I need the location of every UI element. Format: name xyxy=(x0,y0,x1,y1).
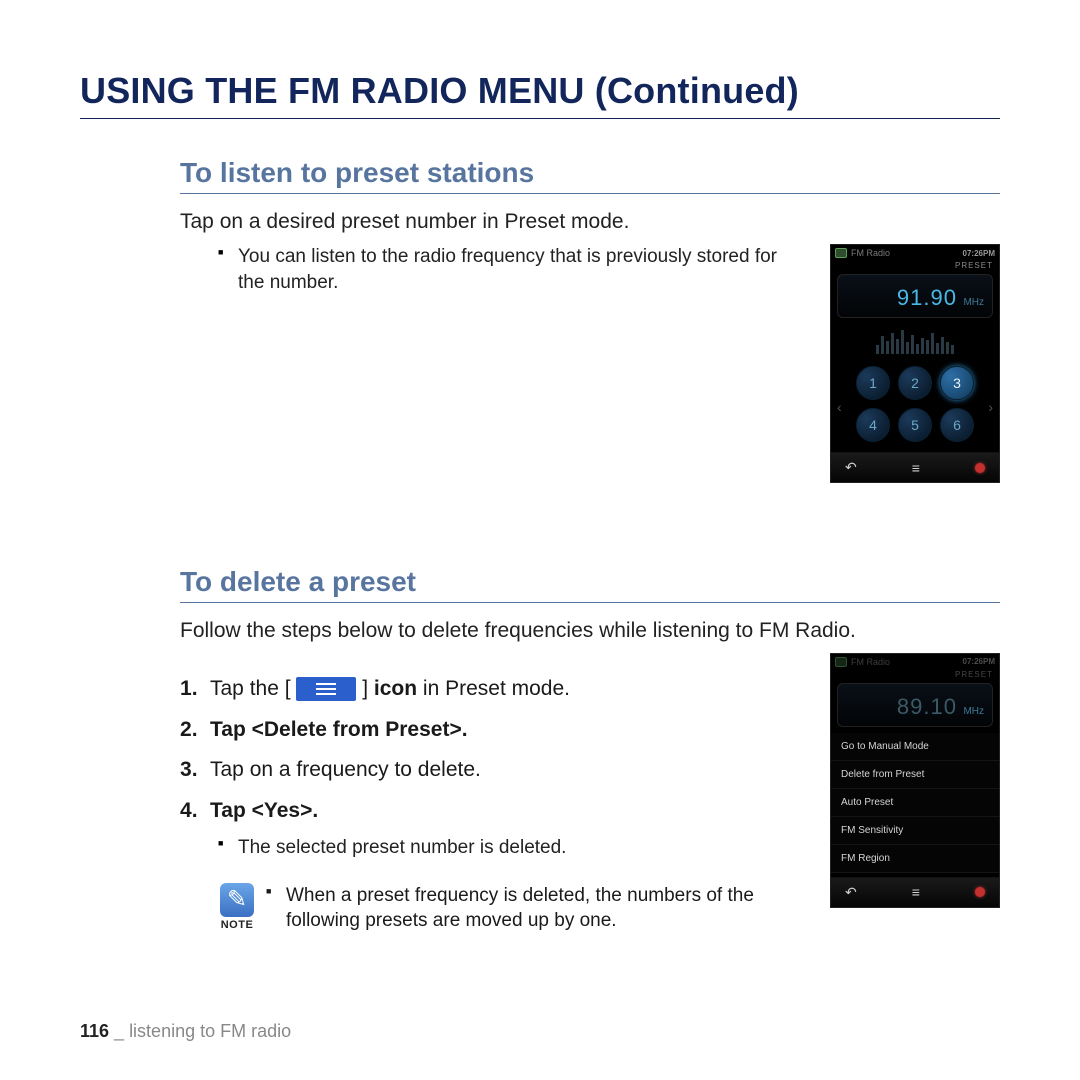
context-menu: Go to Manual Mode Delete from Preset Aut… xyxy=(831,733,999,873)
device-screenshot-preset: FM Radio 07:26PM PRESET 91.90 MHz ‹ 1 2 xyxy=(830,244,1000,483)
menu-item-auto-preset: Auto Preset xyxy=(831,789,999,817)
step-4: Tap <Yes>. xyxy=(180,795,800,828)
frequency-display: 91.90 MHz xyxy=(837,274,993,318)
step-2: Tap <Delete from Preset>. xyxy=(180,714,800,747)
page-footer: 116 _ listening to FM radio xyxy=(80,1021,291,1042)
preset-button-1: 1 xyxy=(856,366,890,400)
device-app-title: FM Radio xyxy=(851,248,890,258)
frequency-value: 91.90 xyxy=(897,285,957,310)
page-number: 116 xyxy=(80,1021,109,1041)
next-arrow-icon: › xyxy=(988,399,993,415)
spectrum-graphic xyxy=(839,324,991,354)
menu-button-icon xyxy=(296,677,356,701)
prev-arrow-icon: ‹ xyxy=(837,399,842,415)
note-text: When a preset frequency is deleted, the … xyxy=(266,883,800,934)
preset-button-6: 6 xyxy=(940,408,974,442)
menu-item-fm-sensitivity: FM Sensitivity xyxy=(831,817,999,845)
device-mode-label: PRESET xyxy=(831,259,999,272)
section-listen-intro: Tap on a desired preset number in Preset… xyxy=(180,208,1000,236)
menu-item-manual-mode: Go to Manual Mode xyxy=(831,733,999,761)
frequency-unit: MHz xyxy=(963,297,984,308)
device-mode-label: PRESET xyxy=(831,668,999,681)
menu-item-fm-region: FM Region xyxy=(831,845,999,873)
radio-icon xyxy=(835,657,847,667)
preset-grid: 1 2 3 4 5 6 xyxy=(831,362,999,452)
section-listen-title: To listen to preset stations xyxy=(180,157,1000,194)
menu-icon: ≡ xyxy=(912,460,920,476)
preset-button-3: 3 xyxy=(940,366,974,400)
frequency-display: 89.10 MHz xyxy=(837,683,993,727)
note-icon: ✎ xyxy=(220,883,254,917)
preset-button-4: 4 xyxy=(856,408,890,442)
chapter-name: listening to FM radio xyxy=(129,1021,291,1041)
device-time: 07:26PM xyxy=(963,249,995,258)
note-label: NOTE xyxy=(221,919,254,931)
step-result-bullet: The selected preset number is deleted. xyxy=(238,835,800,861)
record-icon xyxy=(975,887,985,897)
menu-icon: ≡ xyxy=(912,884,920,900)
record-icon xyxy=(975,463,985,473)
note-badge: ✎ NOTE xyxy=(220,883,254,931)
step-1: Tap the [ ] icon in Preset mode. xyxy=(180,673,800,706)
device-screenshot-menu: FM Radio 07:26PM PRESET 89.10 MHz Go to … xyxy=(830,653,1000,908)
page-title: USING THE FM RADIO MENU (Continued) xyxy=(80,70,1000,119)
device-app-title: FM Radio xyxy=(851,657,890,667)
section-delete-title: To delete a preset xyxy=(180,566,1000,603)
back-icon: ↶ xyxy=(845,884,857,901)
frequency-value: 89.10 xyxy=(897,694,957,719)
step-3: Tap on a frequency to delete. xyxy=(180,754,800,787)
preset-button-2: 2 xyxy=(898,366,932,400)
frequency-unit: MHz xyxy=(963,706,984,717)
menu-item-delete-preset: Delete from Preset xyxy=(831,761,999,789)
preset-button-5: 5 xyxy=(898,408,932,442)
device-time: 07:26PM xyxy=(963,657,995,666)
section-listen-bullet: You can listen to the radio frequency th… xyxy=(238,244,800,295)
section-delete-intro: Follow the steps below to delete frequen… xyxy=(180,617,1000,645)
radio-icon xyxy=(835,248,847,258)
back-icon: ↶ xyxy=(845,459,857,476)
